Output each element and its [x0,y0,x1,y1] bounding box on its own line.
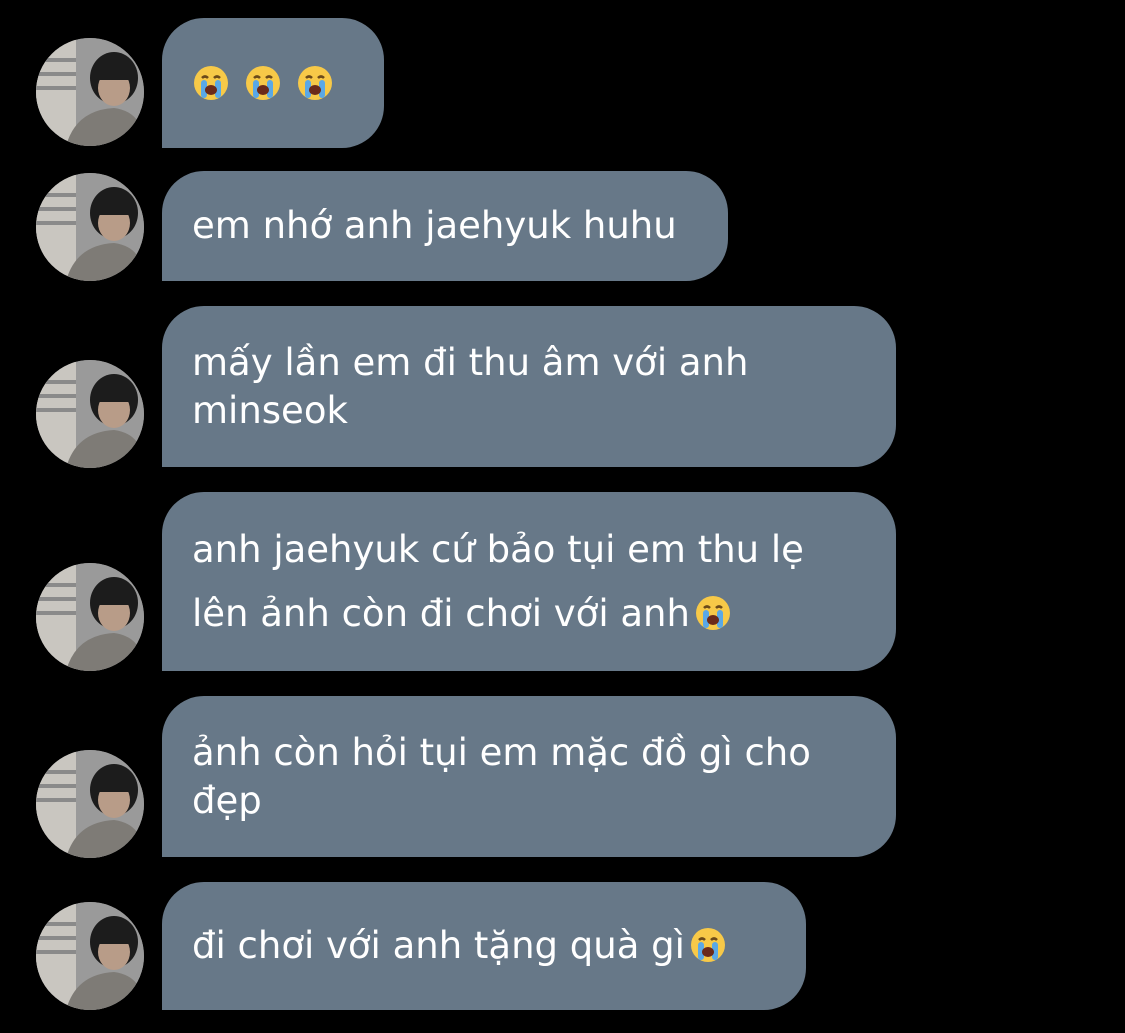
message-text: em nhớ anh jaehyuk huhu [192,204,677,247]
message-bubble[interactable] [162,18,384,148]
avatar[interactable] [36,38,144,146]
chat-thread: em nhớ anh jaehyuk huhu mấy lần em đi th… [0,0,1125,1033]
avatar-photo [36,902,144,1010]
loudly-crying-face-icon [689,926,727,964]
message-bubble[interactable]: mấy lần em đi thu âm với anh minseok [162,306,896,467]
avatar[interactable] [36,360,144,468]
avatar-photo [36,173,144,281]
loudly-crying-face-icon [694,594,732,632]
message-bubble[interactable]: em nhớ anh jaehyuk huhu [162,171,728,281]
message-text: đi chơi với anh tặng quà gì [192,924,685,967]
message-row: em nhớ anh jaehyuk huhu [0,171,1125,281]
message-text: ảnh còn hỏi tụi em mặc đồ gì cho đẹp [192,730,811,822]
avatar[interactable] [36,902,144,1010]
message-row: ảnh còn hỏi tụi em mặc đồ gì cho đẹp [0,696,1125,858]
message-content: anh jaehyuk cứ bảo tụi em thu lẹ lên ảnh… [192,518,866,646]
message-row: đi chơi với anh tặng quà gì [0,882,1125,1010]
loudly-crying-face-icon [244,64,282,102]
avatar-photo [36,360,144,468]
message-text: mấy lần em đi thu âm với anh minseok [192,340,749,432]
message-row [0,18,1125,148]
avatar[interactable] [36,173,144,281]
message-bubble[interactable]: đi chơi với anh tặng quà gì [162,882,806,1010]
avatar-photo [36,38,144,146]
avatar[interactable] [36,563,144,671]
message-content: đi chơi với anh tặng quà gì [192,922,727,970]
avatar-photo [36,750,144,858]
loudly-crying-face-icon [192,64,230,102]
avatar-photo [36,563,144,671]
loudly-crying-face-icon [296,64,334,102]
message-row: mấy lần em đi thu âm với anh minseok [0,306,1125,468]
message-row: anh jaehyuk cứ bảo tụi em thu lẹ lên ảnh… [0,492,1125,671]
message-bubble[interactable]: ảnh còn hỏi tụi em mặc đồ gì cho đẹp [162,696,896,857]
message-bubble[interactable]: anh jaehyuk cứ bảo tụi em thu lẹ lên ảnh… [162,492,896,671]
avatar[interactable] [36,750,144,858]
